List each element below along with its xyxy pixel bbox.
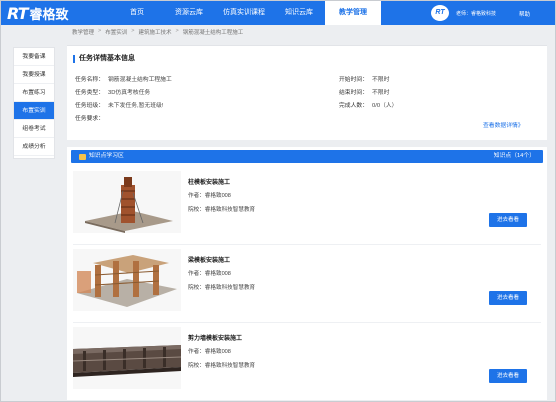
nav-teaching-management[interactable]: 教学管理	[325, 1, 381, 25]
course-school: 院校：睿格致科技智慧教育	[188, 285, 256, 291]
nav-simulation-courses[interactable]: 仿真实训课程	[215, 1, 273, 25]
task-class-value: 未下发任务,暂无班级!	[108, 103, 164, 109]
nav-resource-library[interactable]: 资源云库	[163, 1, 215, 25]
course-title[interactable]: 剪力墙模板安装施工	[188, 333, 242, 342]
completed-count-label: 完成人数：	[339, 103, 368, 109]
course-title[interactable]: 柱模板安装施工	[188, 177, 230, 186]
enter-course-button[interactable]: 进去看看	[489, 369, 527, 383]
task-requirement-row: 任务要求：	[75, 113, 104, 122]
task-class-row: 任务班级： 未下发任务,暂无班级!	[75, 100, 163, 109]
nav-knowledge-library[interactable]: 知识云库	[273, 1, 325, 25]
view-data-details-link[interactable]: 查看数据详情》	[483, 120, 524, 129]
enter-course-button[interactable]: 进去看看	[489, 213, 527, 227]
breadcrumb-item[interactable]: 教学管理	[72, 28, 94, 36]
course-school: 院校：睿格致科技智慧教育	[188, 207, 256, 213]
sidebar-item-training[interactable]: 布置实训	[14, 102, 54, 120]
sidebar-item-score-analysis[interactable]: 成绩分析	[14, 138, 54, 156]
top-navigation-bar: RT 睿格致 首页 资源云库 仿真实训课程 知识云库 教学管理 RT 老师：睿格…	[1, 1, 555, 25]
course-author: 作者：睿格致008	[188, 193, 231, 199]
course-author: 作者：睿格致008	[188, 349, 231, 355]
end-time-value: 不限时	[372, 90, 390, 96]
course-thumbnail-column-formwork[interactable]	[73, 171, 181, 233]
task-type-value: 3D仿真考核任务	[108, 90, 151, 96]
breadcrumb: 教学管理 > 布置实训 > 建筑施工技术 > 钢筋混凝土结构工程施工	[72, 28, 243, 36]
end-time-row: 结束时间： 不限时	[339, 87, 389, 96]
knowledge-point-header: 知识点学习区 知识点（14个）	[71, 150, 543, 163]
task-info-title: 任务详情基本信息	[73, 55, 135, 63]
course-item: 梁模板安装施工 作者：睿格致008 院校：睿格致科技智慧教育 进去看看	[73, 247, 541, 323]
enter-course-button[interactable]: 进去看看	[489, 291, 527, 305]
course-item: 剪力墙模板安装施工 作者：睿格致008 院校：睿格致科技智慧教育 进去看看	[73, 325, 541, 401]
sidebar-item-exam[interactable]: 组卷考试	[14, 120, 54, 138]
course-school: 院校：睿格致科技智慧教育	[188, 363, 256, 369]
completed-count-row: 完成人数： 0/0（人）	[339, 100, 397, 109]
book-icon	[79, 153, 86, 160]
sidebar-item-teach[interactable]: 我要授课	[14, 66, 54, 84]
task-class-label: 任务班级：	[75, 103, 104, 109]
breadcrumb-item[interactable]: 布置实训	[105, 28, 127, 36]
start-time-value: 不限时	[372, 77, 390, 83]
shear-wall-formwork-image	[73, 327, 181, 389]
course-title[interactable]: 梁模板安装施工	[188, 255, 230, 264]
end-time-label: 结束时间：	[339, 90, 368, 96]
sidebar: 我要备课 我要授课 布置练习 布置实训 组卷考试 成绩分析	[13, 47, 55, 159]
user-avatar[interactable]: RT	[431, 5, 449, 21]
breadcrumb-separator: >	[98, 28, 102, 34]
task-name-row: 任务名称： 钢筋混凝土结构工程施工	[75, 74, 172, 83]
knowledge-point-count: 知识点（14个）	[493, 153, 535, 159]
column-formwork-image	[73, 171, 181, 233]
breadcrumb-item[interactable]: 建筑施工技术	[138, 28, 171, 36]
task-info-card: 任务详情基本信息 任务名称： 钢筋混凝土结构工程施工 任务类型： 3D仿真考核任…	[67, 45, 547, 140]
course-item: 柱模板安装施工 作者：睿格致008 院校：睿格致科技智慧教育 进去看看	[73, 169, 541, 245]
sidebar-item-exercise[interactable]: 布置练习	[14, 84, 54, 102]
task-requirement-label: 任务要求：	[75, 116, 104, 122]
task-type-row: 任务类型： 3D仿真考核任务	[75, 87, 150, 96]
breadcrumb-item: 钢筋混凝土结构工程施工	[182, 30, 244, 36]
brand-logo[interactable]: RT 睿格致	[7, 3, 69, 23]
nav-home[interactable]: 首页	[111, 1, 163, 25]
breadcrumb-separator: >	[131, 28, 135, 34]
completed-count-value: 0/0（人）	[372, 103, 398, 109]
knowledge-point-card: 知识点学习区 知识点（14个） 柱模板安装施工 作者：睿格致008 院校：睿格致…	[67, 147, 547, 400]
knowledge-point-title: 知识点学习区	[89, 153, 124, 159]
logo-name: 睿格致	[29, 6, 69, 22]
help-link[interactable]: 帮助	[519, 10, 530, 18]
main-nav: 首页 资源云库 仿真实训课程 知识云库 教学管理	[111, 1, 381, 25]
beam-formwork-image	[73, 249, 181, 311]
knowledge-point-title-wrap: 知识点学习区	[79, 152, 124, 161]
breadcrumb-separator: >	[175, 28, 179, 34]
course-thumbnail-beam-formwork[interactable]	[73, 249, 181, 311]
sidebar-item-prepare[interactable]: 我要备课	[14, 48, 54, 66]
course-thumbnail-shear-wall-formwork[interactable]	[73, 327, 181, 389]
start-time-label: 开始时间：	[339, 77, 368, 83]
task-type-label: 任务类型：	[75, 90, 104, 96]
user-name[interactable]: 老师：睿格致科技	[456, 10, 496, 17]
logo-rt-mark: RT	[7, 3, 28, 23]
start-time-row: 开始时间： 不限时	[339, 74, 389, 83]
course-author: 作者：睿格致008	[188, 271, 231, 277]
task-name-value: 钢筋混凝土结构工程施工	[108, 77, 172, 83]
task-name-label: 任务名称：	[75, 77, 104, 83]
